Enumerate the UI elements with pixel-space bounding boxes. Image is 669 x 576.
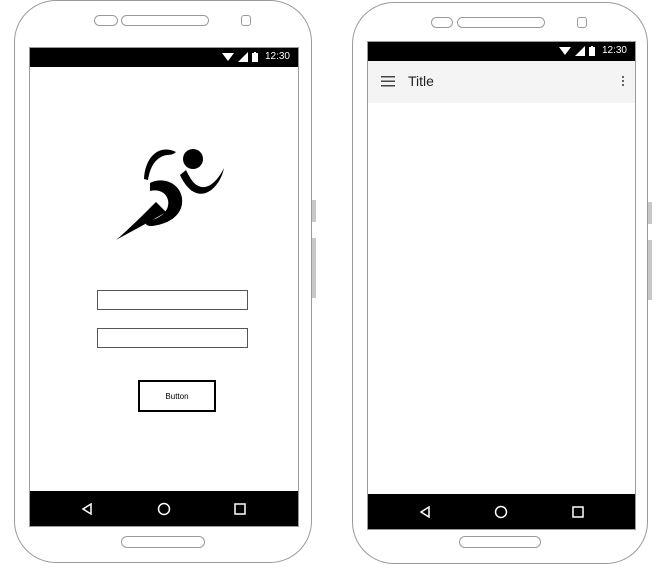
home-circle-icon	[494, 505, 508, 519]
home-button[interactable]	[492, 503, 510, 521]
text-field-2[interactable]	[97, 328, 248, 348]
side-button-power	[648, 202, 652, 224]
proximity-sensor	[94, 15, 118, 26]
wifi-icon	[221, 52, 234, 61]
screen-right: 12:30 Title	[367, 41, 636, 530]
text-field-1[interactable]	[97, 290, 248, 310]
status-bar: 12:30	[30, 48, 298, 67]
app-bar: Title	[368, 61, 635, 103]
recents-square-icon	[234, 503, 246, 515]
screen-left: 12:30 Button	[29, 47, 299, 527]
back-button[interactable]	[416, 503, 434, 521]
front-camera	[577, 17, 587, 28]
running-man-icon	[116, 149, 224, 240]
phone-frame-left: 12:30 Button	[14, 0, 312, 563]
signal-icon	[574, 45, 585, 56]
home-indicator-bezel	[121, 536, 205, 548]
back-button[interactable]	[78, 500, 96, 518]
side-button-power	[312, 200, 316, 222]
signal-icon	[237, 51, 248, 62]
home-button[interactable]	[155, 500, 173, 518]
status-time: 12:30	[264, 51, 290, 62]
side-button-volume	[312, 238, 316, 298]
side-button-volume	[648, 240, 652, 300]
proximity-sensor	[431, 17, 453, 28]
hamburger-menu-icon[interactable]	[381, 76, 395, 87]
back-triangle-icon	[419, 506, 430, 518]
back-triangle-icon	[81, 503, 92, 515]
navigation-bar	[368, 494, 635, 529]
recents-square-icon	[572, 506, 584, 518]
wifi-icon	[558, 46, 571, 55]
recents-button[interactable]	[569, 503, 587, 521]
battery-icon	[251, 51, 258, 62]
front-camera	[241, 15, 251, 26]
speaker-grille	[121, 15, 209, 26]
more-vert-icon[interactable]	[621, 75, 625, 87]
app-bar-title: Title	[408, 73, 434, 89]
navigation-bar	[30, 491, 298, 526]
battery-icon	[588, 45, 595, 56]
home-indicator-bezel	[459, 536, 541, 548]
primary-button[interactable]: Button	[138, 380, 216, 412]
status-bar: 12:30	[368, 42, 635, 61]
phone-frame-right: 12:30 Title	[352, 2, 648, 564]
speaker-grille	[457, 17, 545, 28]
home-circle-icon	[157, 502, 171, 516]
status-time: 12:30	[601, 45, 627, 56]
recents-button[interactable]	[231, 500, 249, 518]
